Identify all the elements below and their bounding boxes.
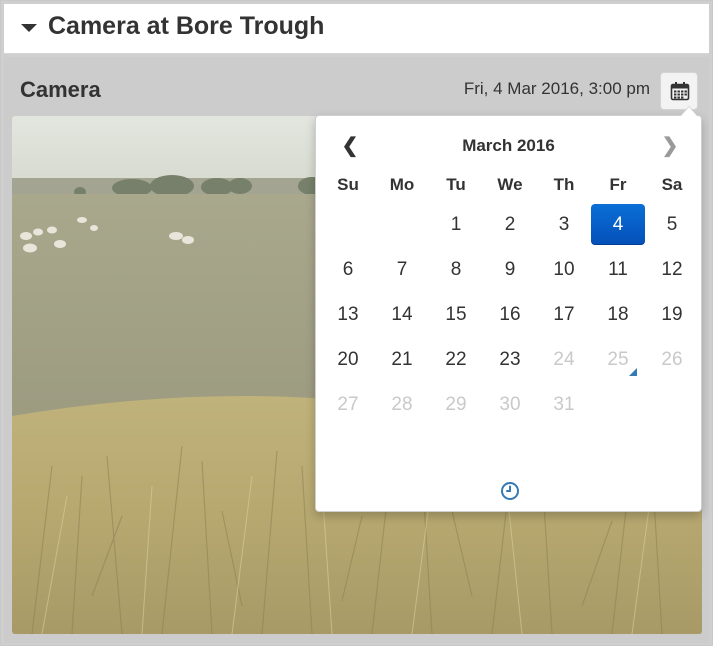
calendar-day[interactable]: 22 xyxy=(429,337,483,382)
calendar-empty-cell xyxy=(591,382,645,427)
calendar-day[interactable]: 1 xyxy=(429,202,483,247)
calendar-day[interactable]: 10 xyxy=(537,247,591,292)
calendar-day[interactable]: 13 xyxy=(321,292,375,337)
calendar-day[interactable]: 25 xyxy=(591,337,645,382)
calendar-week-row: 12345 xyxy=(321,202,699,247)
calendar-grid: Su Mo Tu We Th Fr Sa 1 2 3 4 5 6 7 8 9 10 11 12 13 14… xyxy=(321,168,699,427)
calendar-weeks: 1 2 3 4 5 6 7 8 9 10 11 12 13 14 15 16 17 18 19 20 21 22 23 24 2… xyxy=(321,202,699,427)
collapse-caret-icon[interactable] xyxy=(21,24,37,32)
weekday-header: Su xyxy=(337,175,359,194)
calendar-day[interactable]: 12 xyxy=(645,247,699,292)
camera-datetime: Fri, 4 Mar 2016, 3:00 pm xyxy=(463,79,650,98)
weekday-header: Tu xyxy=(446,175,466,194)
month-title[interactable]: March 2016 xyxy=(406,132,611,160)
calendar-day[interactable]: 23 xyxy=(483,337,537,382)
calendar-day[interactable]: 26 xyxy=(645,337,699,382)
calendar-day-selected[interactable]: 4 xyxy=(591,204,645,245)
calendar-day[interactable]: 30 xyxy=(483,382,537,427)
calendar-day[interactable]: 27 xyxy=(321,382,375,427)
clock-icon[interactable] xyxy=(499,480,521,502)
calendar-day[interactable]: 24 xyxy=(537,337,591,382)
calendar-day[interactable]: 2 xyxy=(483,202,537,247)
datepicker-popup: ❮ March 2016 ❯ Su Mo Tu We Th Fr Sa 1234… xyxy=(315,106,702,512)
calendar-day[interactable]: 29 xyxy=(429,382,483,427)
calendar-day[interactable]: 31 xyxy=(537,382,591,427)
weekday-header: Sa xyxy=(661,175,683,194)
calendar-day[interactable]: 20 xyxy=(321,337,375,382)
calendar-day[interactable]: 21 xyxy=(375,337,429,382)
calendar-icon xyxy=(670,82,690,101)
prev-month-icon[interactable]: ❮ xyxy=(336,132,364,160)
calendar-day[interactable]: 28 xyxy=(375,382,429,427)
calendar-week-row: 20 21 22 23 24 25 26 xyxy=(321,337,699,382)
next-month-icon[interactable]: ❯ xyxy=(656,132,684,160)
calendar-empty-cell xyxy=(375,202,429,247)
calendar-day[interactable]: 17 xyxy=(537,292,591,337)
calendar-day[interactable]: 11 xyxy=(591,247,645,292)
calendar-week-row: 6 7 8 9 10 11 12 xyxy=(321,247,699,292)
weekday-header: We xyxy=(497,175,523,194)
calendar-day[interactable]: 14 xyxy=(375,292,429,337)
calendar-day[interactable]: 16 xyxy=(483,292,537,337)
calendar-week-row: 27 28 29 30 31 xyxy=(321,382,699,427)
camera-label: Camera xyxy=(20,77,101,102)
calendar-day[interactable]: 7 xyxy=(375,247,429,292)
calendar-day[interactable]: 8 xyxy=(429,247,483,292)
panel-header[interactable]: Camera at Bore Trough xyxy=(4,4,709,54)
weekday-header-row: Su Mo Tu We Th Fr Sa xyxy=(321,168,699,202)
calendar-week-row: 13 14 15 16 17 18 19 xyxy=(321,292,699,337)
weekday-header: Th xyxy=(553,175,575,194)
calendar-day[interactable]: 6 xyxy=(321,247,375,292)
weekday-header: Mo xyxy=(389,175,415,194)
calendar-empty-cell xyxy=(321,202,375,247)
calendar-day[interactable]: 5 xyxy=(645,202,699,247)
calendar-day[interactable]: 3 xyxy=(537,202,591,247)
calendar-day[interactable]: 19 xyxy=(645,292,699,337)
calendar-empty-cell xyxy=(645,382,699,427)
calendar-day[interactable]: 18 xyxy=(591,292,645,337)
panel-title: Camera at Bore Trough xyxy=(48,12,325,40)
popup-pointer-fill xyxy=(681,107,697,116)
calendar-day[interactable]: 15 xyxy=(429,292,483,337)
calendar-button[interactable] xyxy=(660,72,698,110)
weekday-header: Fr xyxy=(609,175,627,194)
calendar-day[interactable]: 9 xyxy=(483,247,537,292)
